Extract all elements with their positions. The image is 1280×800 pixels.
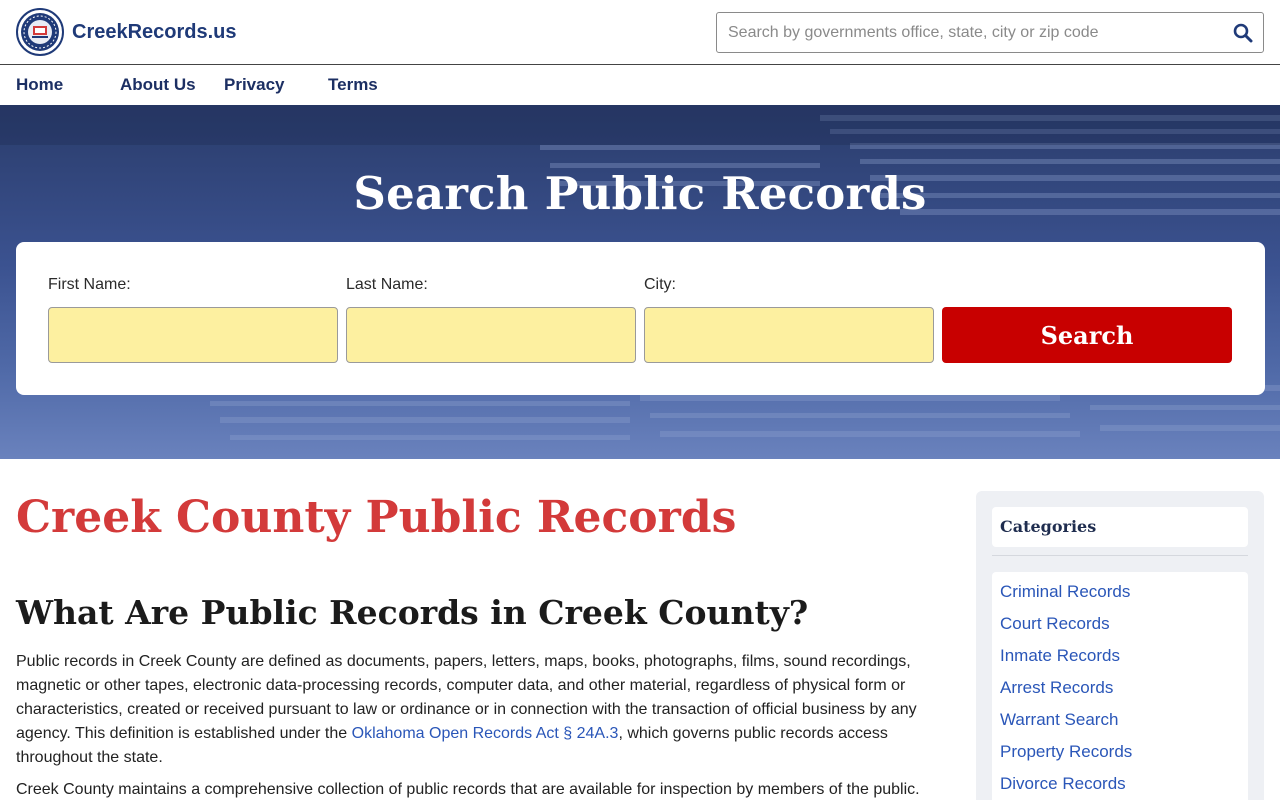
nav-home[interactable]: Home bbox=[16, 75, 63, 95]
people-search-form: First Name: Last Name: City: Search bbox=[16, 242, 1265, 395]
last-name-label: Last Name: bbox=[346, 276, 428, 293]
categories-title: Categories bbox=[1000, 517, 1097, 536]
hero-banner: Search Public Records First Name: Last N… bbox=[0, 105, 1280, 459]
last-name-input[interactable] bbox=[346, 307, 636, 363]
hero-title: Search Public Records bbox=[353, 167, 927, 220]
main-content: Creek County Public Records What Are Pub… bbox=[16, 459, 962, 800]
page-title: Creek County Public Records bbox=[16, 492, 737, 543]
header-search bbox=[716, 12, 1264, 53]
header-search-input[interactable] bbox=[717, 13, 1217, 52]
city-input[interactable] bbox=[644, 307, 934, 363]
category-warrant-search[interactable]: Warrant Search bbox=[1000, 710, 1118, 730]
site-logo[interactable]: CreekRecords.us bbox=[16, 8, 237, 56]
category-inmate-records[interactable]: Inmate Records bbox=[1000, 646, 1120, 666]
category-property-records[interactable]: Property Records bbox=[1000, 742, 1132, 762]
category-arrest-records[interactable]: Arrest Records bbox=[1000, 678, 1113, 698]
nav-privacy[interactable]: Privacy bbox=[224, 75, 285, 95]
city-label: City: bbox=[644, 276, 676, 293]
divider bbox=[992, 555, 1248, 556]
category-court-records[interactable]: Court Records bbox=[1000, 614, 1110, 634]
section-heading: What Are Public Records in Creek County? bbox=[16, 593, 809, 632]
categories-list: Criminal Records Court Records Inmate Re… bbox=[992, 572, 1248, 800]
first-name-label: First Name: bbox=[48, 276, 131, 293]
second-paragraph: Creek County maintains a comprehensive c… bbox=[16, 781, 920, 798]
intro-paragraph: Public records in Creek County are defin… bbox=[16, 650, 962, 770]
first-name-input[interactable] bbox=[48, 307, 338, 363]
search-icon[interactable] bbox=[1233, 23, 1253, 43]
open-records-act-link[interactable]: Oklahoma Open Records Act § 24A.3 bbox=[352, 725, 619, 742]
categories-header: Categories bbox=[992, 507, 1248, 547]
site-name: CreekRecords.us bbox=[72, 20, 237, 43]
main-nav: Home About Us Privacy Terms bbox=[0, 65, 1280, 105]
nav-terms[interactable]: Terms bbox=[328, 75, 378, 95]
seal-icon bbox=[16, 8, 64, 56]
nav-about-us[interactable]: About Us bbox=[120, 75, 196, 95]
category-divorce-records[interactable]: Divorce Records bbox=[1000, 774, 1126, 794]
category-criminal-records[interactable]: Criminal Records bbox=[1000, 582, 1130, 602]
categories-sidebar: Categories Criminal Records Court Record… bbox=[976, 491, 1264, 800]
site-header: CreekRecords.us bbox=[0, 0, 1280, 65]
search-button[interactable]: Search bbox=[942, 307, 1232, 363]
